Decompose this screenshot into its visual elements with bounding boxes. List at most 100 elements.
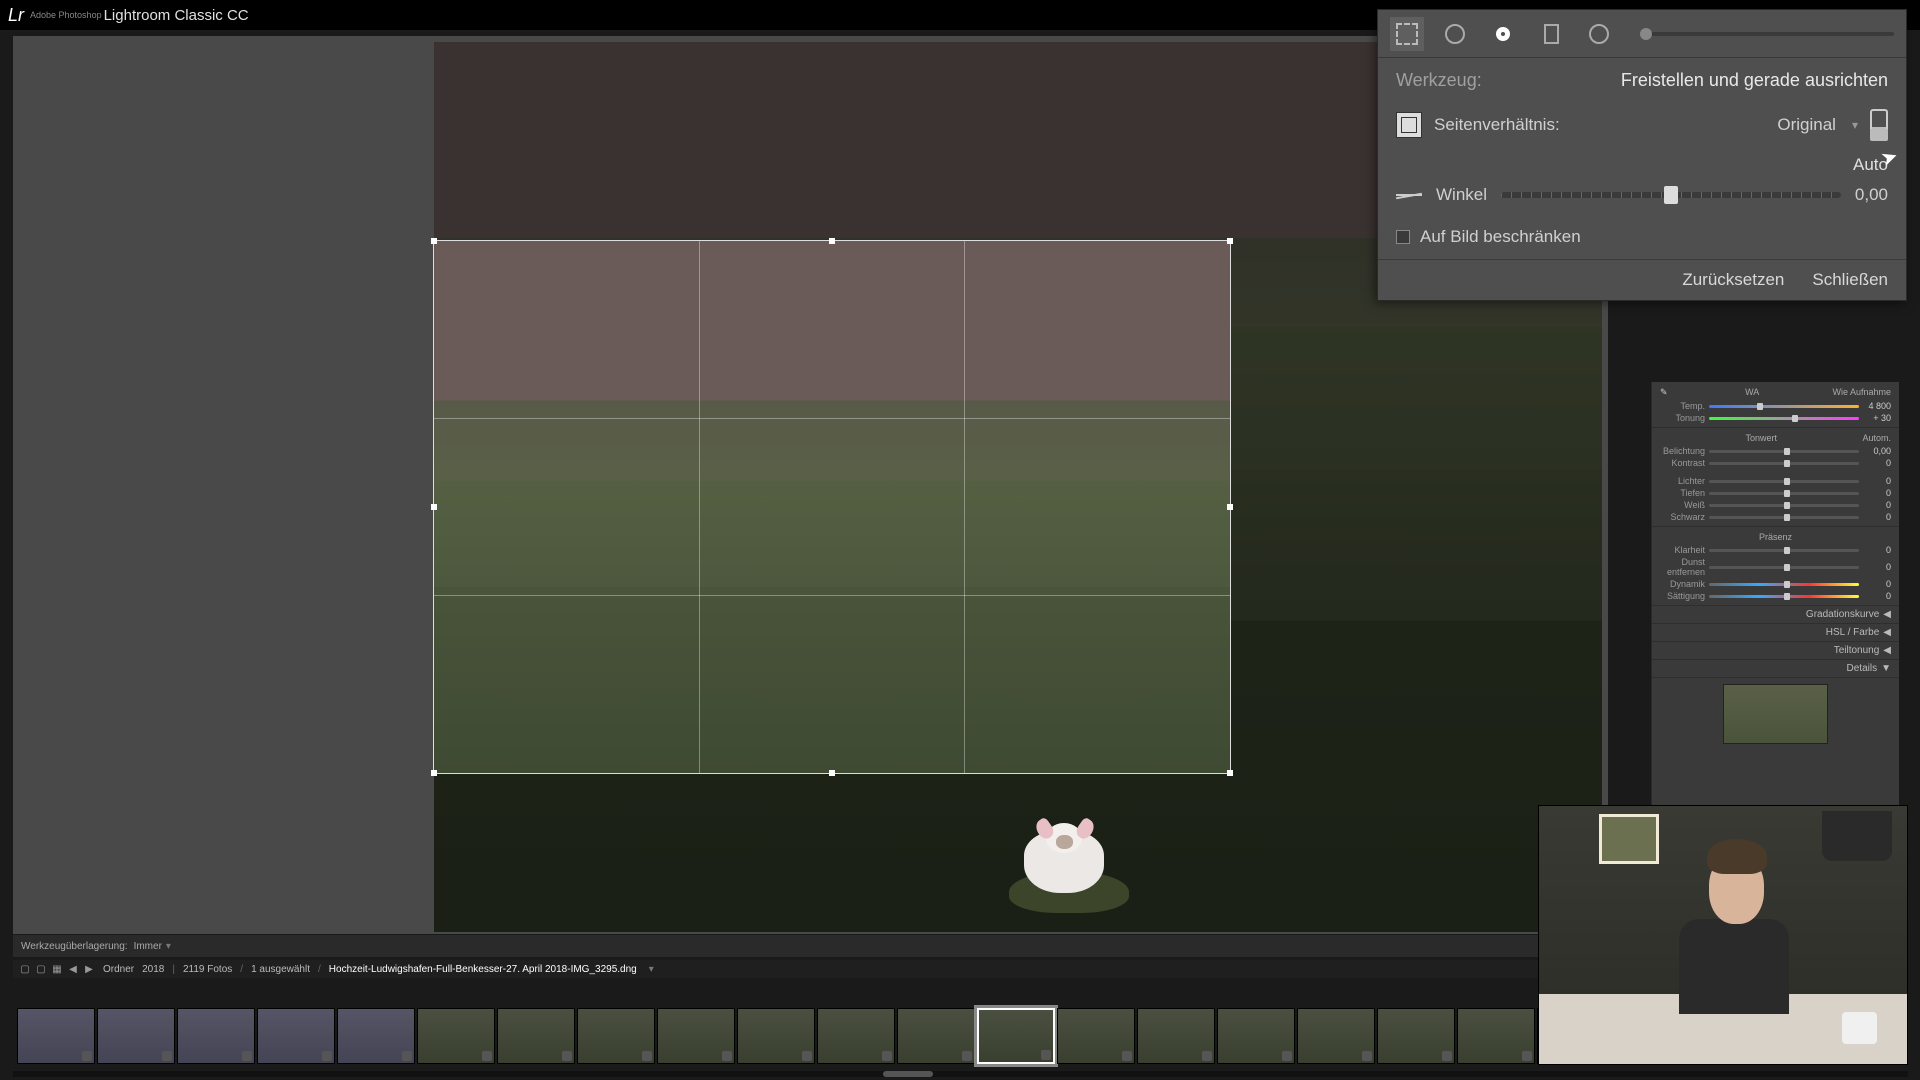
split-toning-header[interactable]: Teiltonung◀: [1652, 642, 1899, 660]
angle-slider[interactable]: [1501, 192, 1841, 198]
constrain-label: Auf Bild beschränken: [1420, 227, 1581, 247]
spot-removal-icon[interactable]: [1438, 17, 1472, 51]
clarity-label: Klarheit: [1660, 545, 1705, 555]
dehaze-label: Dunst entfernen: [1660, 557, 1705, 577]
filmstrip-scrollbar[interactable]: [13, 1071, 1908, 1077]
tone-auto-button[interactable]: Autom.: [1862, 433, 1891, 443]
wb-preset[interactable]: Wie Aufnahme: [1832, 387, 1891, 398]
thumbnail[interactable]: [1057, 1008, 1135, 1064]
wb-eyedropper-icon[interactable]: ✎: [1660, 387, 1672, 398]
folder-year[interactable]: 2018: [142, 964, 164, 975]
aspect-preset-icon[interactable]: [1396, 112, 1422, 138]
hsl-header[interactable]: HSL / Farbe◀: [1652, 624, 1899, 642]
thumbnail-selected[interactable]: [977, 1008, 1055, 1064]
tint-value[interactable]: + 30: [1863, 413, 1891, 423]
highlights-value[interactable]: 0: [1863, 476, 1891, 486]
thumbnail[interactable]: [1297, 1008, 1375, 1064]
crop-handle-tl[interactable]: [431, 238, 437, 244]
shadows-slider[interactable]: [1709, 492, 1859, 495]
constrain-row[interactable]: Auf Bild beschränken: [1378, 219, 1906, 259]
exposure-value[interactable]: 0,00: [1863, 446, 1891, 456]
blacks-slider[interactable]: [1709, 516, 1859, 519]
tint-slider[interactable]: [1709, 417, 1859, 420]
thumbnail[interactable]: [737, 1008, 815, 1064]
tone-header: Tonwert: [1745, 433, 1777, 443]
thumbnail[interactable]: [337, 1008, 415, 1064]
thumbnail[interactable]: [1377, 1008, 1455, 1064]
vibrance-label: Dynamik: [1660, 579, 1705, 589]
close-button[interactable]: Schließen: [1812, 270, 1888, 290]
crop-handle-br[interactable]: [1227, 770, 1233, 776]
second-monitor-icon[interactable]: ▢: [19, 963, 31, 975]
thumbnail[interactable]: [817, 1008, 895, 1064]
angle-slider-thumb[interactable]: [1664, 186, 1678, 204]
blacks-value[interactable]: 0: [1863, 512, 1891, 522]
thumbnail[interactable]: [1137, 1008, 1215, 1064]
nav-next-icon[interactable]: ▶: [83, 963, 95, 975]
crop-rectangle[interactable]: [434, 241, 1230, 773]
crop-handle-t[interactable]: [829, 238, 835, 244]
thumbnail[interactable]: [577, 1008, 655, 1064]
redeye-icon[interactable]: [1486, 17, 1520, 51]
presence-section: Präsenz Klarheit0 Dunst entfernen0 Dynam…: [1652, 527, 1899, 606]
thumbnail[interactable]: [257, 1008, 335, 1064]
vibrance-slider[interactable]: [1709, 583, 1859, 586]
thumbnail[interactable]: [1457, 1008, 1535, 1064]
contrast-value[interactable]: 0: [1863, 458, 1891, 468]
thumbnail[interactable]: [897, 1008, 975, 1064]
straighten-icon[interactable]: [1396, 186, 1422, 204]
thumbnail[interactable]: [417, 1008, 495, 1064]
clarity-value[interactable]: 0: [1863, 545, 1891, 555]
thumbnail[interactable]: [657, 1008, 735, 1064]
aspect-value[interactable]: Original: [1777, 115, 1836, 135]
overlay-value[interactable]: Immer: [134, 941, 162, 952]
exposure-slider[interactable]: [1709, 450, 1859, 453]
vibrance-value[interactable]: 0: [1863, 579, 1891, 589]
tone-curve-header[interactable]: Gradationskurve◀: [1652, 606, 1899, 624]
temp-value[interactable]: 4 800: [1863, 401, 1891, 411]
crop-handle-r[interactable]: [1227, 504, 1233, 510]
detail-header[interactable]: Details▼: [1652, 660, 1899, 678]
aspect-dropdown-icon[interactable]: ▾: [1852, 118, 1858, 132]
aspect-label: Seitenverhältnis:: [1434, 115, 1560, 135]
highlights-slider[interactable]: [1709, 480, 1859, 483]
contrast-slider[interactable]: [1709, 462, 1859, 465]
toolbar-strip: Werkzeugüberlagerung: Immer ▾: [13, 935, 1608, 957]
grid-view-icon[interactable]: ▦: [51, 963, 63, 975]
saturation-value[interactable]: 0: [1863, 591, 1891, 601]
radial-filter-icon[interactable]: [1582, 17, 1616, 51]
crop-handle-b[interactable]: [829, 770, 835, 776]
thumbnail[interactable]: [497, 1008, 575, 1064]
aspect-lock-icon[interactable]: [1870, 109, 1888, 141]
angle-auto-button[interactable]: Auto: [1378, 151, 1906, 179]
second-monitor-2-icon[interactable]: ▢: [35, 963, 47, 975]
nav-prev-icon[interactable]: ◀: [67, 963, 79, 975]
crop-tool-icon[interactable]: [1390, 17, 1424, 51]
crop-handle-tr[interactable]: [1227, 238, 1233, 244]
overlay-label: Werkzeugüberlagerung:: [21, 941, 128, 952]
lightroom-logo: Lr: [8, 5, 24, 26]
tone-section: TonwertAutom. Belichtung0,00 Kontrast0 L…: [1652, 428, 1899, 527]
saturation-slider[interactable]: [1709, 595, 1859, 598]
crop-handle-bl[interactable]: [431, 770, 437, 776]
shadows-value[interactable]: 0: [1863, 488, 1891, 498]
filmstrip-scrollbar-thumb[interactable]: [883, 1071, 933, 1077]
crop-handle-l[interactable]: [431, 504, 437, 510]
graduated-filter-icon[interactable]: [1534, 17, 1568, 51]
constrain-checkbox[interactable]: [1396, 230, 1410, 244]
reset-button[interactable]: Zurücksetzen: [1682, 270, 1784, 290]
detail-preview[interactable]: [1723, 684, 1828, 744]
whites-value[interactable]: 0: [1863, 500, 1891, 510]
canvas[interactable]: [13, 36, 1608, 934]
thumbnail[interactable]: [1217, 1008, 1295, 1064]
angle-value[interactable]: 0,00: [1855, 185, 1888, 205]
temp-slider[interactable]: [1709, 405, 1859, 408]
brush-size-slider[interactable]: [1640, 32, 1894, 36]
clarity-slider[interactable]: [1709, 549, 1859, 552]
thumbnail[interactable]: [17, 1008, 95, 1064]
dehaze-value[interactable]: 0: [1863, 562, 1891, 572]
thumbnail[interactable]: [97, 1008, 175, 1064]
thumbnail[interactable]: [177, 1008, 255, 1064]
dehaze-slider[interactable]: [1709, 566, 1859, 569]
whites-slider[interactable]: [1709, 504, 1859, 507]
